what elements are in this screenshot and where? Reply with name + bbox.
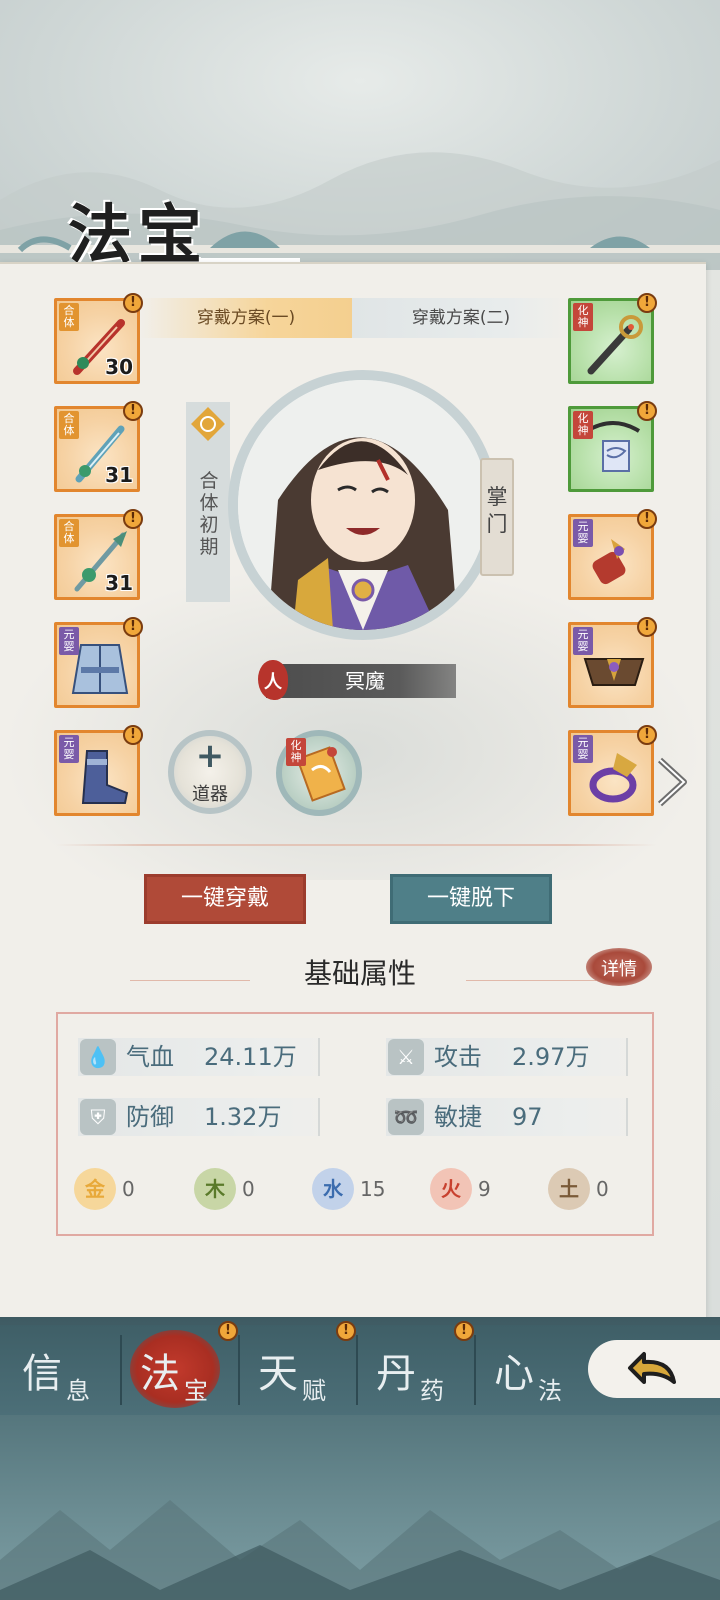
equip-slot-left-3[interactable]: 合体 ! 31: [54, 509, 143, 600]
nav-tab-pill[interactable]: 丹 药 !: [356, 1321, 474, 1415]
stat-value: 2.97万: [512, 1043, 590, 1071]
stat-label: 攻击: [434, 1043, 482, 1071]
character-avatar: [238, 380, 488, 630]
next-page-arrow-icon[interactable]: [654, 752, 694, 812]
realm-label: 合体初期: [199, 470, 219, 558]
attack-icon: ⚔: [388, 1039, 424, 1075]
alert-icon: !: [637, 617, 657, 637]
alert-icon: !: [123, 617, 143, 637]
nav-tab-big: 心: [494, 1351, 534, 1397]
header-line-left: [130, 980, 250, 981]
element-wood-icon: 木: [194, 1168, 236, 1210]
attributes-title: 基础属性: [303, 957, 416, 990]
alert-icon: !: [637, 293, 657, 313]
nav-tab-small: 宝: [184, 1377, 208, 1405]
element-earth-icon: 土: [548, 1168, 590, 1210]
equip-slot-right-3[interactable]: 元婴 !: [568, 509, 657, 600]
character-portrait[interactable]: [228, 370, 498, 640]
nav-tab-small: 息: [66, 1377, 90, 1405]
stat-label: 敏捷: [434, 1103, 482, 1131]
back-arrow-icon: [628, 1352, 676, 1384]
tab-loadout-1[interactable]: 穿戴方案(一): [140, 298, 352, 338]
nav-tab-big: 天: [258, 1351, 298, 1397]
stat-value: 1.32万: [204, 1103, 282, 1131]
equip-slot-left-5[interactable]: 元婴 !: [54, 725, 143, 816]
item-level: 31: [105, 463, 133, 487]
agility-icon: ➿: [388, 1099, 424, 1135]
rank-badge: 元婴: [573, 627, 593, 655]
rank-badge: 元婴: [59, 735, 79, 763]
equip-slot-left-2[interactable]: 合体 ! 31: [54, 401, 143, 492]
item-level: 31: [105, 571, 133, 595]
nav-tab-small: 赋: [302, 1377, 326, 1405]
rank-badge: 化神: [286, 738, 306, 766]
alert-icon: !: [123, 401, 143, 421]
dao-tool-label: 道器: [192, 784, 228, 805]
equip-slot-left-1[interactable]: 合体 ! 30: [54, 293, 143, 384]
nav-tab-treasure[interactable]: 法 宝 !: [120, 1321, 238, 1415]
alert-icon: !: [123, 293, 143, 313]
sect-role-label: 掌门: [486, 485, 508, 536]
talisman-slot[interactable]: 化神: [276, 730, 362, 816]
item-level: 30: [105, 355, 133, 379]
element-wood-value: 0: [242, 1177, 255, 1201]
defense-icon: ⛨: [80, 1099, 116, 1135]
alert-icon: !: [123, 509, 143, 529]
alert-icon: !: [637, 401, 657, 421]
rank-badge: 元婴: [573, 735, 593, 763]
nav-tab-small: 药: [420, 1377, 444, 1405]
stat-value: 24.11万: [204, 1043, 297, 1071]
equip-all-button[interactable]: 一键穿戴: [144, 874, 306, 924]
equip-slot-right-2[interactable]: 化神 !: [568, 401, 657, 492]
alert-icon: !: [218, 1321, 238, 1341]
alert-icon: !: [336, 1321, 356, 1341]
plus-icon: +: [195, 736, 225, 776]
nav-tab-big: 丹: [376, 1351, 416, 1397]
divider: [56, 844, 656, 846]
alert-icon: !: [123, 725, 143, 745]
element-metal-value: 0: [122, 1177, 135, 1201]
rank-badge: 化神: [573, 411, 593, 439]
element-fire-value: 9: [478, 1177, 491, 1201]
equip-slot-right-4[interactable]: 元婴 !: [568, 617, 657, 708]
rank-badge: 合体: [59, 303, 79, 331]
tab-loadout-2[interactable]: 穿戴方案(二): [352, 298, 570, 338]
nav-tab-method[interactable]: 心 法: [474, 1325, 592, 1415]
element-water-icon: 水: [312, 1168, 354, 1210]
blood-icon: 💧: [80, 1039, 116, 1075]
equip-slot-left-4[interactable]: 元婴 !: [54, 617, 143, 708]
element-metal-icon: 金: [74, 1168, 116, 1210]
element-fire-icon: 火: [430, 1168, 472, 1210]
stat-value: 97: [512, 1103, 543, 1131]
realm-emblem-icon: [191, 407, 225, 441]
alert-icon: !: [637, 509, 657, 529]
nav-tab-big: 信: [22, 1351, 62, 1397]
race-label: 人: [264, 672, 282, 693]
header-line-right: [466, 980, 596, 981]
details-label: 详情: [601, 959, 637, 980]
unequip-all-button[interactable]: 一键脱下: [390, 874, 552, 924]
element-water-value: 15: [360, 1177, 386, 1201]
nav-tab-big: 法: [140, 1351, 180, 1397]
equip-slot-right-1[interactable]: 化神 !: [568, 293, 657, 384]
equip-slot-right-5[interactable]: 元婴 !: [568, 725, 657, 816]
alert-icon: !: [454, 1321, 474, 1341]
nav-tab-small: 法: [538, 1377, 562, 1405]
rank-badge: 化神: [573, 303, 593, 331]
alert-icon: !: [637, 725, 657, 745]
mountain-scenery: [0, 1500, 720, 1600]
rank-badge: 合体: [59, 411, 79, 439]
nav-tab-info[interactable]: 信 息: [2, 1325, 120, 1415]
rank-badge: 元婴: [59, 627, 79, 655]
rank-badge: 元婴: [573, 519, 593, 547]
stat-label: 防御: [126, 1103, 174, 1131]
stat-label: 气血: [126, 1043, 174, 1071]
nav-tab-talent[interactable]: 天 赋 !: [238, 1321, 356, 1415]
loadout-tab-bar: 穿戴方案(一) 穿戴方案(二): [140, 298, 570, 340]
rank-badge: 合体: [59, 519, 79, 547]
element-earth-value: 0: [596, 1177, 609, 1201]
character-name: 冥魔: [345, 669, 385, 693]
